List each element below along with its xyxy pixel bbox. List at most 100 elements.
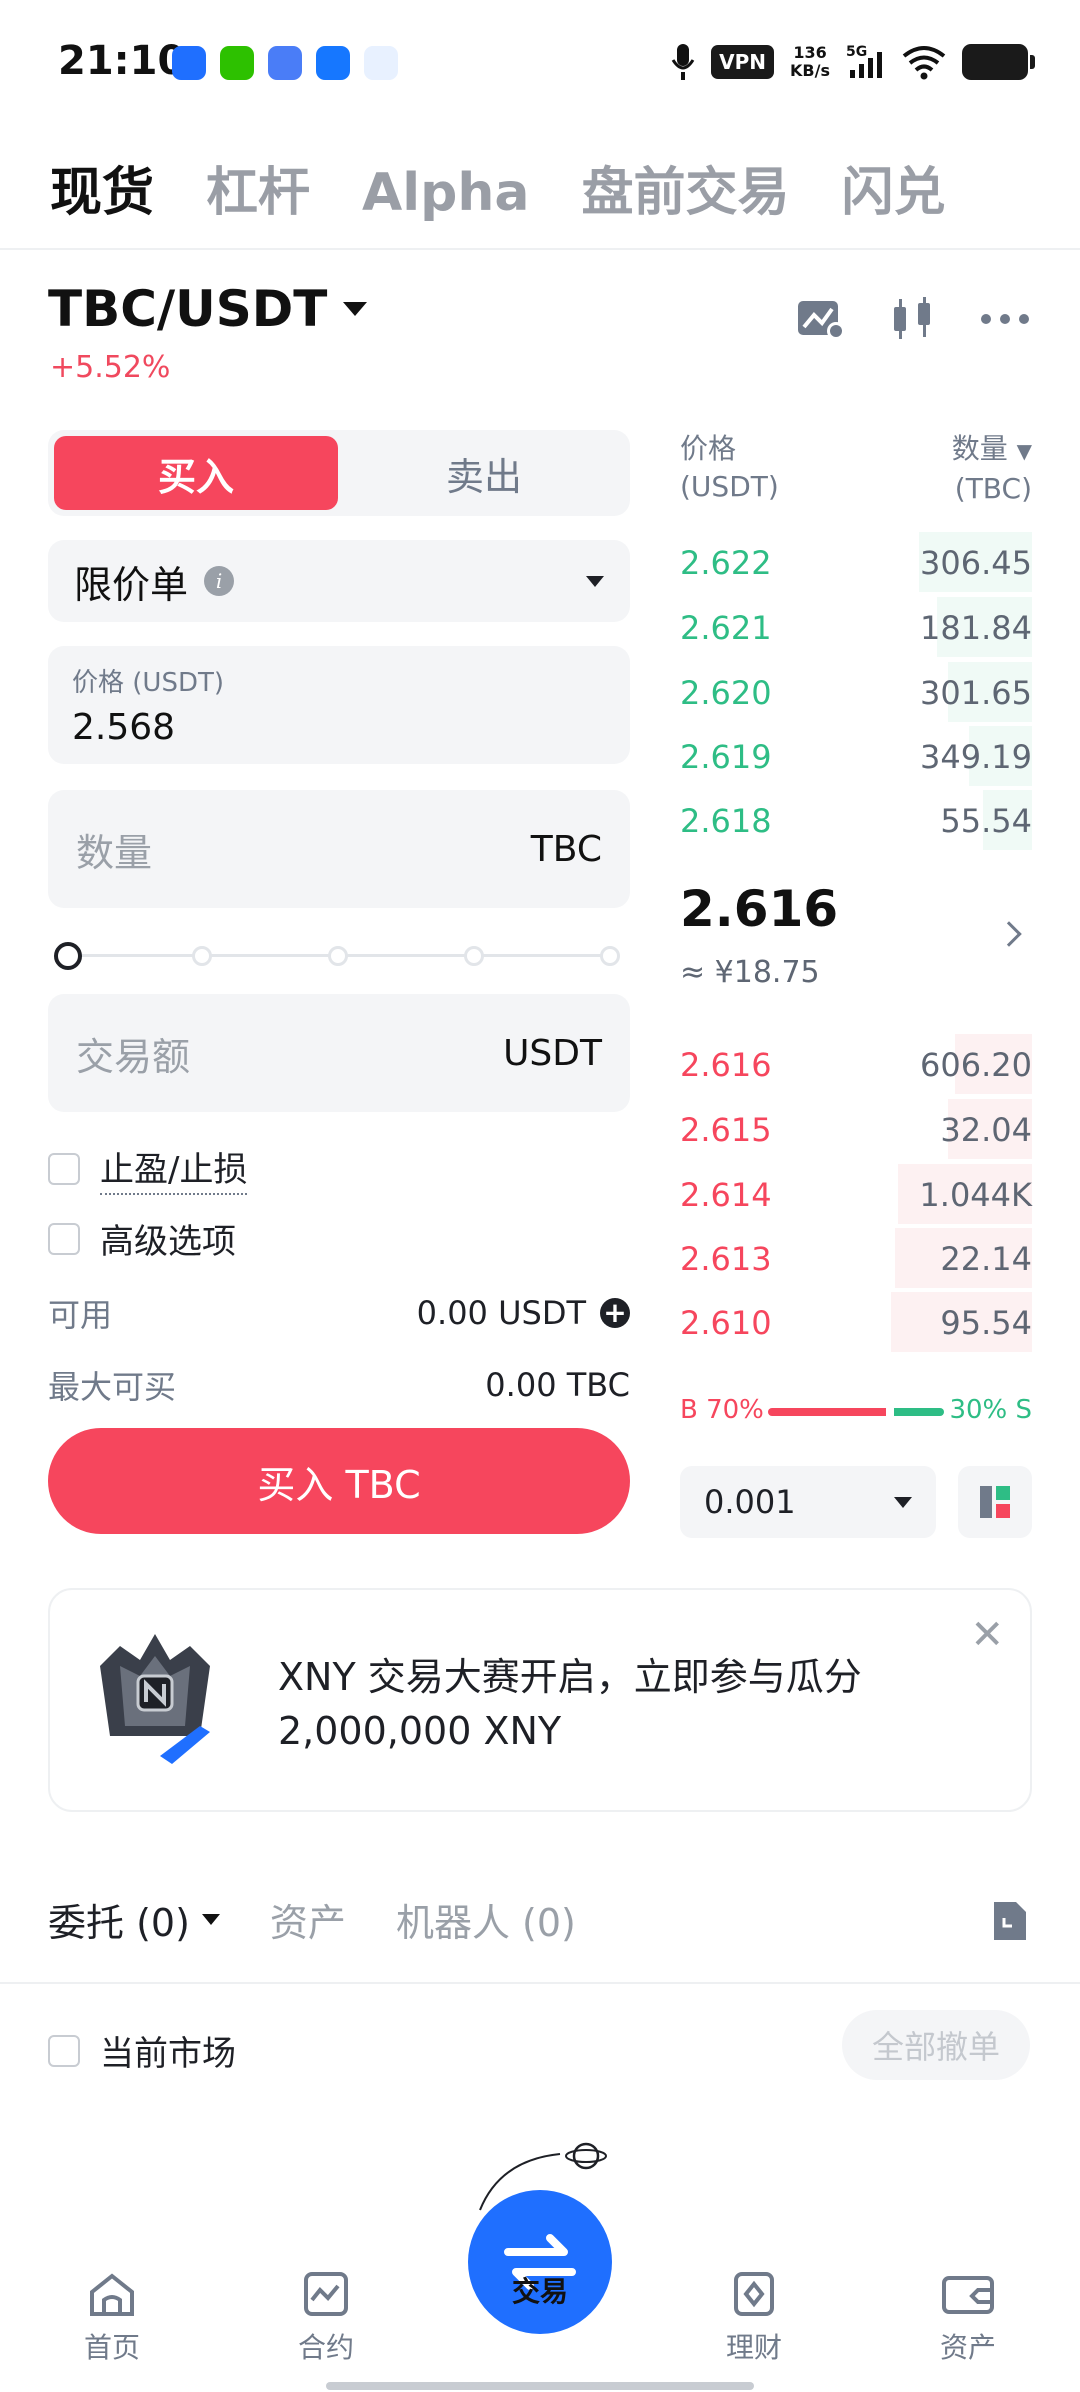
pair-selector[interactable]: TBC/USDT	[48, 280, 368, 338]
bid-qty: 95.54	[940, 1304, 1032, 1342]
orderbook-ask-row[interactable]: 2.619 349.19	[680, 726, 1032, 786]
slider-step-25[interactable]	[192, 946, 212, 966]
orderbook-bid-row[interactable]: 2.616 606.20	[680, 1034, 1032, 1094]
price-input-value: 2.568	[72, 707, 176, 748]
orderbook-layout-icon	[980, 1486, 1010, 1518]
orderbook-ask-row[interactable]: 2.618 55.54	[680, 790, 1032, 850]
tab-open-orders[interactable]: 委托 (0)	[48, 1892, 220, 1947]
current-market-checkbox[interactable]	[48, 2034, 80, 2067]
ask-price: 2.620	[680, 674, 772, 712]
header-actions	[796, 295, 1030, 343]
bid-price: 2.610	[680, 1304, 772, 1342]
total-input[interactable]: 交易额 USDT	[48, 994, 630, 1112]
order-type-value: 限价单	[74, 562, 189, 607]
bid-qty: 22.14	[940, 1240, 1032, 1278]
orderbook-bid-row[interactable]: 2.613 22.14	[680, 1228, 1032, 1288]
tp-sl-option[interactable]: 止盈/止损	[48, 1142, 248, 1195]
earn-icon	[734, 2272, 774, 2316]
buy-submit-button[interactable]: 买入 TBC	[48, 1428, 630, 1534]
orderbook-ask-row[interactable]: 2.622 306.45	[680, 532, 1032, 592]
info-icon[interactable]: i	[204, 566, 235, 596]
svg-text:5G: 5G	[846, 44, 867, 60]
chevron-right-icon[interactable]	[996, 921, 1022, 947]
buy-ratio-bar	[768, 1408, 886, 1416]
tab-pre-market[interactable]: 盘前交易	[581, 150, 789, 225]
advanced-checkbox[interactable]	[48, 1222, 80, 1255]
ask-qty: 181.84	[920, 609, 1032, 647]
buy-ratio-label: B 70%	[680, 1395, 764, 1425]
tab-spot[interactable]: 现货	[50, 150, 154, 225]
total-unit: USDT	[503, 1032, 602, 1074]
slider-step-100[interactable]	[600, 946, 620, 966]
chart-icon[interactable]	[796, 297, 846, 341]
tab-convert[interactable]: 闪兑	[841, 150, 945, 225]
candlestick-icon[interactable]	[890, 295, 936, 343]
trophy-crown-icon	[100, 1634, 210, 1764]
tp-sl-label: 止盈/止损	[100, 1142, 248, 1195]
tab-margin[interactable]: 杠杆	[206, 150, 310, 225]
ask-price: 2.619	[680, 738, 772, 776]
max-buy-label: 最大可买	[48, 1368, 177, 1406]
current-market-filter[interactable]: 当前市场	[48, 2026, 236, 2075]
bid-price: 2.614	[680, 1176, 772, 1214]
cancel-all-button[interactable]: 全部撤单	[842, 2010, 1030, 2080]
nav-futures[interactable]: 合约	[256, 2270, 396, 2366]
status-app-icons	[172, 46, 398, 80]
chevron-down-icon	[894, 1496, 912, 1508]
nav-earn[interactable]: 理财	[684, 2270, 824, 2366]
advanced-option[interactable]: 高级选项	[48, 1214, 236, 1263]
buy-tab[interactable]: 买入	[54, 436, 338, 510]
deposit-plus-icon[interactable]: +	[600, 1298, 630, 1328]
sell-tab[interactable]: 卖出	[344, 436, 624, 510]
orders-tabs: 委托 (0) 资产 机器人 (0)	[48, 1892, 576, 1947]
available-row: 可用 0.00 USDT +	[48, 1290, 630, 1336]
max-buy-value: 0.00 TBC	[485, 1366, 630, 1404]
close-icon[interactable]: ✕	[970, 1612, 1004, 1658]
orderbook-bid-row[interactable]: 2.615 32.04	[680, 1099, 1032, 1159]
status-indicators: VPN 136 KB/s 5G	[671, 42, 1035, 82]
cellular-signal-icon: 5G	[846, 44, 882, 78]
nav-home[interactable]: 首页	[42, 2270, 182, 2366]
app-notification-icon	[364, 46, 398, 80]
quantity-input[interactable]: 数量 TBC	[48, 790, 630, 908]
order-history-icon[interactable]	[990, 1898, 1030, 1944]
ask-price: 2.621	[680, 609, 772, 647]
current-market-label: 当前市场	[100, 2034, 236, 2074]
orderbook-layout-button[interactable]	[958, 1466, 1032, 1538]
precision-value: 0.001	[704, 1483, 796, 1521]
bid-price: 2.615	[680, 1111, 772, 1149]
nav-assets[interactable]: 资产	[898, 2270, 1038, 2366]
nav-trade[interactable]: 交易	[470, 2270, 610, 2310]
order-type-select[interactable]: 限价单 i	[48, 540, 630, 622]
market-type-tabs: 现货 杠杆 Alpha 盘前交易 闪兑	[50, 150, 945, 225]
ask-qty: 306.45	[920, 544, 1032, 582]
tp-sl-checkbox[interactable]	[48, 1152, 80, 1185]
orderbook-bid-row[interactable]: 2.610 95.54	[680, 1292, 1032, 1352]
pair-name: TBC/USDT	[48, 280, 328, 338]
orderbook-bid-row[interactable]: 2.614 1.044K	[680, 1164, 1032, 1224]
slider-step-75[interactable]	[464, 946, 484, 966]
promo-banner[interactable]: XNY 交易大赛开启，立即参与瓜分 2,000,000 XNY ✕	[48, 1588, 1032, 1812]
available-label: 可用	[48, 1296, 113, 1334]
orderbook-ask-row[interactable]: 2.620 301.65	[680, 662, 1032, 722]
last-price-fiat: ≈ ¥18.75	[680, 955, 820, 990]
net-speed: 136 KB/s	[790, 43, 830, 80]
orderbook-qty-header[interactable]: 数量 ▼ (TBC)	[952, 430, 1032, 508]
promo-banner-text: XNY 交易大赛开启，立即参与瓜分 2,000,000 XNY	[278, 1655, 862, 1753]
available-value-wrap: 0.00 USDT +	[417, 1294, 630, 1332]
tab-alpha[interactable]: Alpha	[362, 163, 529, 223]
slider-step-50[interactable]	[328, 946, 348, 966]
slider-handle[interactable]	[54, 942, 82, 970]
bid-price: 2.613	[680, 1240, 772, 1278]
precision-select[interactable]: 0.001	[680, 1466, 936, 1538]
price-input[interactable]: 价格 (USDT) 2.568	[48, 646, 630, 764]
microphone-icon	[671, 44, 695, 80]
bid-qty: 32.04	[940, 1111, 1032, 1149]
tab-bots[interactable]: 机器人 (0)	[396, 1892, 576, 1947]
buy-sell-toggle: 买入 卖出	[48, 430, 630, 516]
orderbook-ask-row[interactable]: 2.621 181.84	[680, 597, 1032, 657]
tab-assets[interactable]: 资产	[270, 1892, 346, 1947]
pair-change-percent: +5.52%	[50, 350, 171, 385]
more-icon[interactable]	[980, 313, 1030, 325]
amount-slider[interactable]	[54, 940, 624, 970]
